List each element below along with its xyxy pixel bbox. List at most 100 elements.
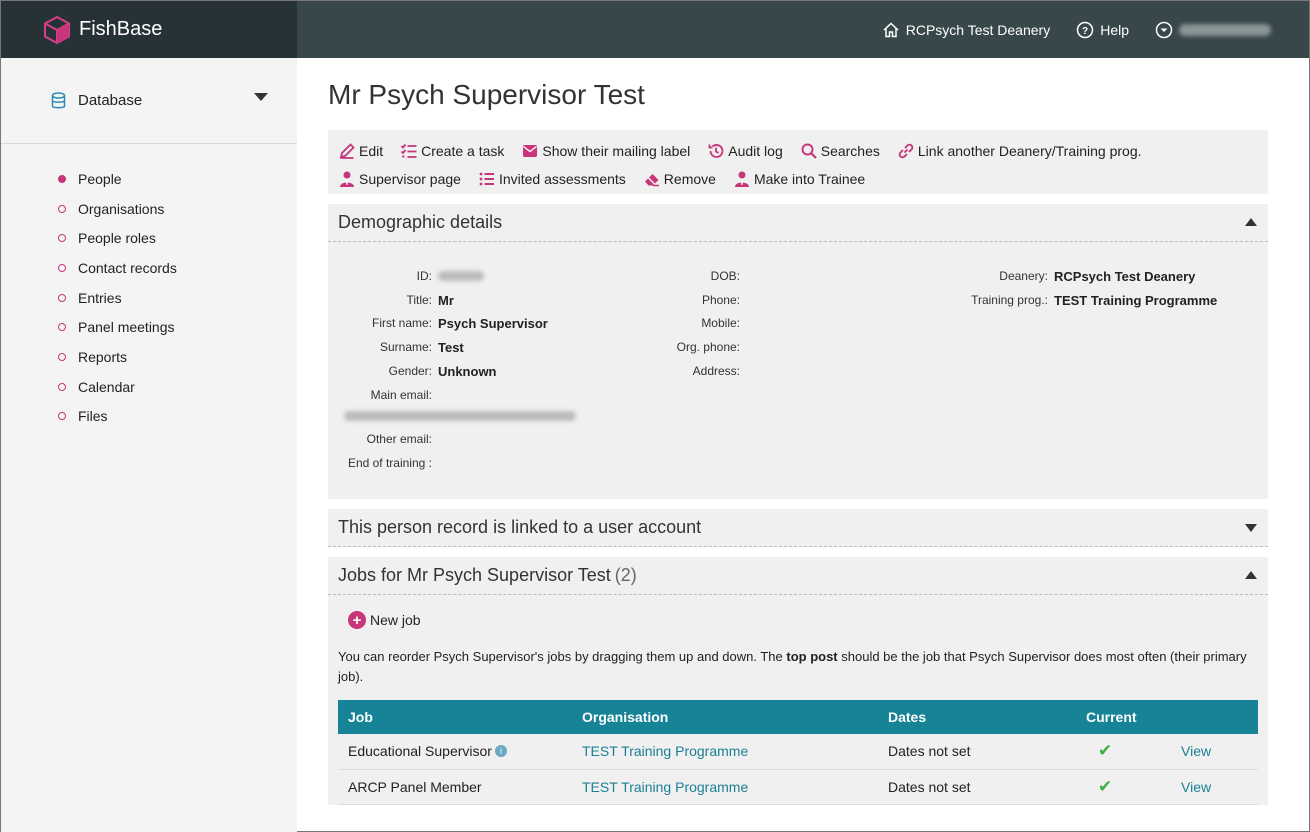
field-label: Other email: xyxy=(366,432,432,446)
remove-button[interactable]: Remove xyxy=(643,170,716,188)
invited-assessments-button[interactable]: Invited assessments xyxy=(478,170,626,188)
database-selector[interactable]: Database xyxy=(1,58,297,144)
link-deanery-button[interactable]: Link another Deanery/Training prog. xyxy=(897,142,1142,160)
col-organisation[interactable]: Organisation xyxy=(572,700,878,734)
field-main-email: Main email: xyxy=(328,387,432,403)
user-name-redacted xyxy=(1179,23,1271,36)
mailing-label-button[interactable]: Show their mailing label xyxy=(521,142,690,160)
field-label: Surname: xyxy=(379,340,432,354)
field-value: Unknown xyxy=(438,363,497,379)
view-link[interactable]: View xyxy=(1181,779,1211,795)
app-name: FishBase xyxy=(79,18,163,40)
view-link[interactable]: View xyxy=(1181,743,1211,759)
demographic-panel: Demographic details ID: Title: Mr First n… xyxy=(328,204,1268,499)
link-icon xyxy=(898,143,914,159)
searches-label: Searches xyxy=(820,143,880,159)
field-label: Org. phone: xyxy=(676,340,740,354)
create-task-label: Create a task xyxy=(421,143,505,159)
jobs-panel-header[interactable]: Jobs for Mr Psych Supervisor Test (2) xyxy=(328,557,1268,595)
expand-icon xyxy=(1245,524,1257,532)
organisation-link[interactable]: TEST Training Programme xyxy=(582,779,748,795)
deanery-link[interactable]: RCPsych Test Deanery xyxy=(882,21,1050,39)
current-cell: ✔ xyxy=(1076,769,1171,805)
invited-assessments-label: Invited assessments xyxy=(498,171,626,187)
sidebar-item-calendar[interactable]: Calendar xyxy=(1,372,297,402)
action-cell: View xyxy=(1171,769,1258,805)
field-mobile: Mobile: xyxy=(628,315,740,331)
field-training-prog: Training prog.: TEST Training Programme xyxy=(928,292,1217,308)
sidebar-item-organisations[interactable]: Organisations xyxy=(1,194,297,224)
organisation-link[interactable]: TEST Training Programme xyxy=(582,743,748,759)
top-bar: FishBase RCPsych Test Deanery ? Help xyxy=(1,1,1309,58)
field-value: RCPsych Test Deanery xyxy=(1054,268,1196,284)
sidebar-item-label: Files xyxy=(78,408,108,425)
sidebar-item-panel-meetings[interactable]: Panel meetings xyxy=(1,312,297,342)
sidebar-item-entries[interactable]: Entries xyxy=(1,283,297,313)
current-cell: ✔ xyxy=(1076,734,1171,770)
check-icon: ✔ xyxy=(1098,776,1113,796)
jobs-count: (2) xyxy=(614,565,637,585)
supervisor-page-label: Supervisor page xyxy=(359,171,461,187)
audit-log-label: Audit log xyxy=(728,143,783,159)
sidebar-item-reports[interactable]: Reports xyxy=(1,342,297,372)
field-deanery: Deanery: RCPsych Test Deanery xyxy=(928,268,1195,284)
dates-cell: Dates not set xyxy=(878,734,1076,770)
make-trainee-label: Make into Trainee xyxy=(753,171,866,187)
linked-account-panel-header[interactable]: This person record is linked to a user a… xyxy=(328,509,1268,547)
field-address: Address: xyxy=(628,363,740,379)
edit-button[interactable]: Edit xyxy=(338,142,383,160)
deanery-name: RCPsych Test Deanery xyxy=(905,21,1051,38)
searches-button[interactable]: Searches xyxy=(800,142,880,160)
col-job[interactable]: Job xyxy=(338,700,572,734)
demographic-panel-header[interactable]: Demographic details xyxy=(328,204,1268,242)
help-label: Help xyxy=(1100,21,1129,38)
sidebar-item-contact-records[interactable]: Contact records xyxy=(1,253,297,283)
table-row[interactable]: ARCP Panel Member TEST Training Programm… xyxy=(338,769,1258,805)
link-deanery-label: Link another Deanery/Training prog. xyxy=(917,143,1142,159)
app-brand[interactable]: FishBase xyxy=(1,1,297,58)
sidebar-item-label: Reports xyxy=(78,348,128,365)
col-action xyxy=(1171,700,1258,734)
bullet-icon xyxy=(58,412,66,421)
col-current[interactable]: Current xyxy=(1076,700,1171,734)
field-first-name: First name: Psych Supervisor xyxy=(328,315,548,331)
table-row[interactable]: Educational Supervisor i TEST Training Pr… xyxy=(338,734,1258,770)
table-header-row: Job Organisation Dates Current xyxy=(338,700,1258,734)
jobs-heading: Jobs for Mr Psych Supervisor Test xyxy=(338,565,611,585)
new-job-label: New job xyxy=(370,612,421,628)
sidebar-item-files[interactable]: Files xyxy=(1,402,297,432)
page-title: Mr Psych Supervisor Test xyxy=(328,79,645,110)
sidebar-item-people[interactable]: People xyxy=(1,164,297,194)
new-job-button[interactable]: + New job xyxy=(348,605,1258,635)
main-email-value-redacted xyxy=(344,408,576,424)
bullet-icon xyxy=(58,263,66,272)
help-link[interactable]: ? Help xyxy=(1076,21,1129,39)
field-value: TEST Training Programme xyxy=(1054,292,1218,308)
info-icon[interactable]: i xyxy=(494,745,507,758)
field-label: Phone: xyxy=(701,293,740,307)
sidebar-item-label: Entries xyxy=(78,289,122,306)
supervisor-page-button[interactable]: Supervisor page xyxy=(338,170,461,188)
field-label: DOB: xyxy=(710,269,740,283)
sidebar-item-label: People xyxy=(78,170,122,187)
create-task-button[interactable]: Create a task xyxy=(400,142,504,160)
linked-account-panel: This person record is linked to a user a… xyxy=(328,509,1268,547)
make-trainee-button[interactable]: Make into Trainee xyxy=(733,170,865,188)
field-label: Title: xyxy=(406,293,432,307)
col-dates[interactable]: Dates xyxy=(878,700,1076,734)
reorder-info: You can reorder Psych Supervisor's jobs … xyxy=(338,647,1258,687)
field-other-email: Other email: xyxy=(328,431,432,447)
field-label: Mobile: xyxy=(701,316,740,330)
jobs-table: Job Organisation Dates Current Education… xyxy=(338,700,1258,805)
bullet-icon xyxy=(58,234,66,243)
field-gender: Gender: Unknown xyxy=(328,363,497,379)
dates-cell: Dates not set xyxy=(878,769,1076,805)
task-list-icon xyxy=(400,143,417,158)
sidebar-item-people-roles[interactable]: People roles xyxy=(1,223,297,253)
job-cell: ARCP Panel Member xyxy=(338,769,572,805)
main-content: Mr Psych Supervisor Test Edit Create a t… xyxy=(328,58,1268,805)
bullet-icon xyxy=(58,323,66,332)
audit-log-button[interactable]: Audit log xyxy=(707,142,783,160)
user-menu[interactable] xyxy=(1155,21,1271,39)
linked-heading: This person record is linked to a user a… xyxy=(338,517,702,537)
